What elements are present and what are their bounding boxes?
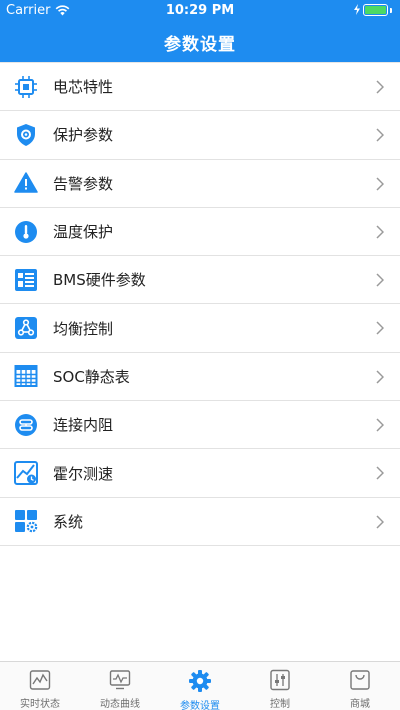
- realtime-status-icon: [28, 669, 52, 691]
- chevron-right-icon: [376, 177, 384, 191]
- list-item-cell-characteristics[interactable]: 电芯特性: [0, 63, 400, 112]
- chevron-right-icon: [376, 515, 384, 529]
- shield-gear-icon: [14, 123, 38, 147]
- list-item-label: 告警参数: [53, 174, 114, 193]
- list-item-label: 连接内阻: [53, 416, 114, 435]
- settings-gear-icon: [188, 669, 212, 693]
- charging-icon: [354, 4, 360, 15]
- list-item-bms-hardware[interactable]: BMS硬件参数: [0, 256, 400, 305]
- system-grid-icon: [14, 509, 38, 533]
- table-grid-icon: [14, 364, 38, 388]
- list-item-temperature-protection[interactable]: 温度保护: [0, 208, 400, 257]
- list-item-protection-params[interactable]: 保护参数: [0, 111, 400, 160]
- list-item-soc-table[interactable]: SOC静态表: [0, 353, 400, 402]
- hardware-list-icon: [14, 268, 38, 292]
- list-item-label: 保护参数: [53, 126, 114, 145]
- list-item-balance-control[interactable]: 均衡控制: [0, 304, 400, 353]
- status-time: 10:29 PM: [165, 3, 235, 18]
- chevron-right-icon: [376, 370, 384, 384]
- list-item-label: SOC静态表: [53, 367, 130, 386]
- chevron-right-icon: [376, 128, 384, 142]
- list-item-label: 电芯特性: [53, 78, 114, 97]
- tab-label: 参数设置: [180, 701, 220, 710]
- list-item-label: 温度保护: [53, 223, 114, 242]
- chevron-right-icon: [376, 418, 384, 432]
- warning-icon: [14, 171, 38, 195]
- balance-nodes-icon: [14, 316, 38, 340]
- list-item-label: 霍尔测速: [53, 464, 114, 483]
- tab-bar: 实时状态 动态曲线 参数设置 控制 商城: [0, 661, 400, 710]
- connection-resistance-icon: [14, 413, 38, 437]
- chevron-right-icon: [376, 225, 384, 239]
- list-item-label: BMS硬件参数: [53, 271, 146, 290]
- chevron-right-icon: [376, 80, 384, 94]
- list-item-label: 系统: [53, 512, 84, 531]
- list-item-label: 均衡控制: [53, 319, 114, 338]
- list-item-connection-resistance[interactable]: 连接内阻: [0, 401, 400, 450]
- tab-label: 控制: [270, 699, 290, 710]
- tab-parameter-settings[interactable]: 参数设置: [160, 662, 240, 710]
- list-item-hall-speed[interactable]: 霍尔测速: [0, 449, 400, 498]
- tab-label: 实时状态: [20, 699, 60, 710]
- page-title: 参数设置: [164, 35, 236, 55]
- battery-tip: [390, 8, 392, 13]
- tab-label: 商城: [350, 699, 370, 710]
- tab-mall[interactable]: 商城: [320, 662, 400, 710]
- control-sliders-icon: [268, 669, 292, 691]
- tab-control[interactable]: 控制: [240, 662, 320, 710]
- thermometer-icon: [14, 220, 38, 244]
- shopping-bag-icon: [348, 669, 372, 691]
- battery-icon: [363, 4, 388, 16]
- chevron-right-icon: [376, 273, 384, 287]
- chevron-right-icon: [376, 321, 384, 336]
- header-bar: Carrier 10:29 PM 参数设置: [0, 0, 400, 62]
- chip-icon: [14, 75, 38, 99]
- chevron-right-icon: [376, 466, 384, 480]
- dynamic-curve-icon: [108, 669, 132, 691]
- tab-label: 动态曲线: [100, 699, 140, 710]
- tab-dynamic-curve[interactable]: 动态曲线: [80, 662, 160, 710]
- status-bar: Carrier 10:29 PM: [0, 0, 400, 22]
- list-item-system[interactable]: 系统: [0, 498, 400, 546]
- settings-list: 电芯特性 保护参数 告警参数 温度保护 BMS硬件参数 均衡控制 SOC静态表 …: [0, 62, 400, 546]
- list-item-alarm-params[interactable]: 告警参数: [0, 160, 400, 208]
- tab-realtime-status[interactable]: 实时状态: [0, 662, 80, 710]
- hall-speed-icon: [14, 461, 38, 486]
